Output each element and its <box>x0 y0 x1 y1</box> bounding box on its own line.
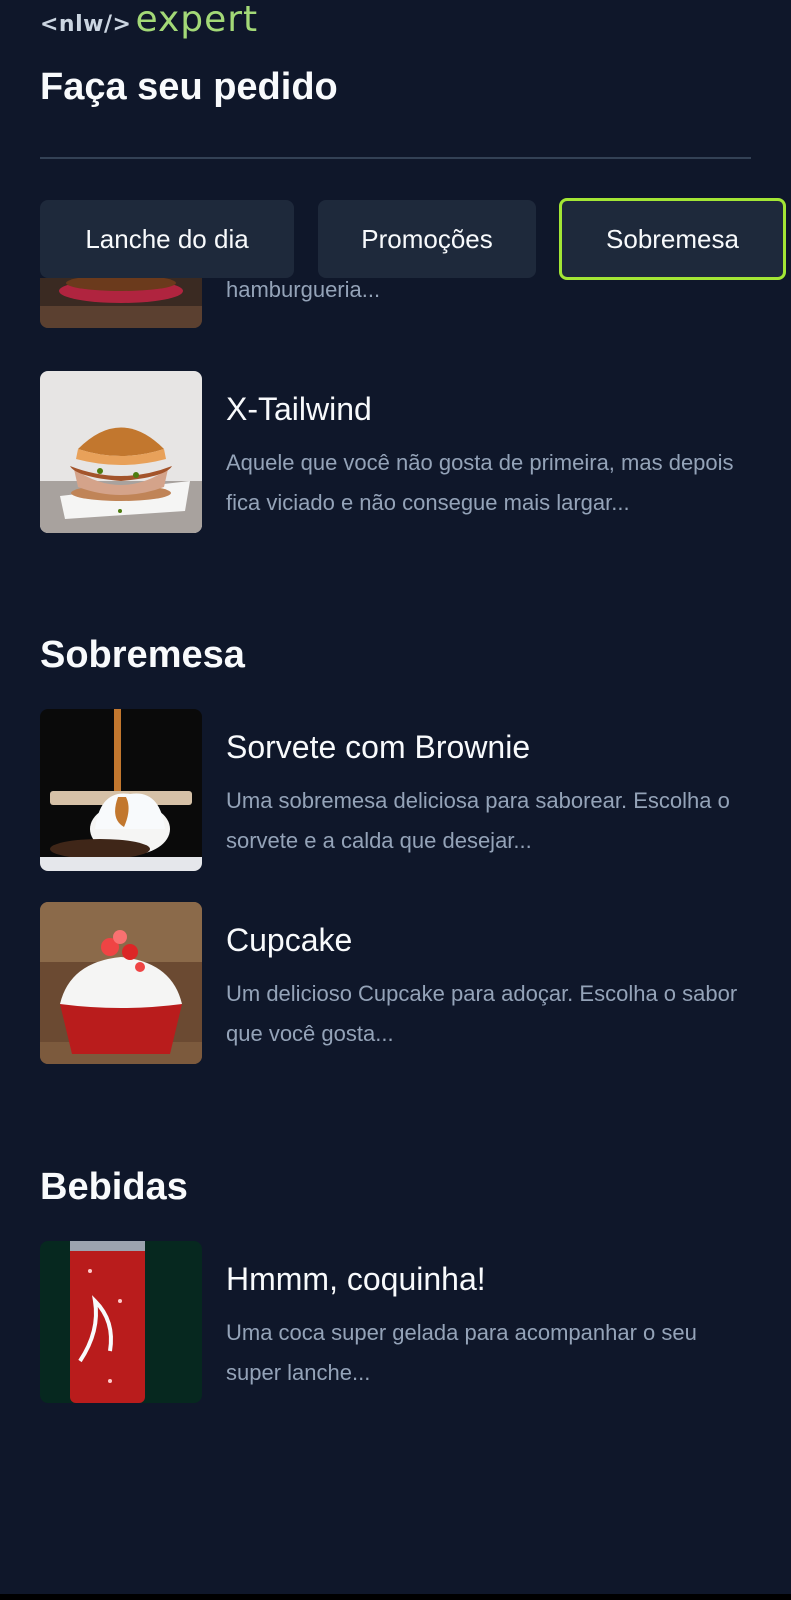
product-item-partial[interactable]: cardápio devido aos clientes mais antigo… <box>40 278 751 328</box>
product-item[interactable]: Cupcake Um delicioso Cupcake para adoçar… <box>40 902 751 1064</box>
logo-wordmark: expert <box>135 0 259 40</box>
logo-code-mark: <nlw/> <box>40 12 132 37</box>
header-divider <box>40 157 751 159</box>
product-item[interactable]: X-Tailwind Aquele que você não gosta de … <box>40 371 751 533</box>
product-item[interactable]: Hmmm, coquinha! Uma coca super gelada pa… <box>40 1241 751 1403</box>
product-image-coke <box>40 1241 202 1403</box>
product-image-cupcake <box>40 902 202 1064</box>
product-image-burger <box>40 371 202 533</box>
logo: <nlw/> expert <box>40 0 258 40</box>
product-title: X-Tailwind <box>226 391 372 427</box>
app-page: <nlw/> expert Faça seu pedido Lanche do … <box>0 0 791 1600</box>
product-description: Uma sobremesa deliciosa para saborear. E… <box>226 788 730 853</box>
product-image-burger <box>40 278 202 328</box>
product-description: Uma coca super gelada para acompanhar o … <box>226 1320 697 1385</box>
product-title: Hmmm, coquinha! <box>226 1261 486 1297</box>
section-title-bebidas: Bebidas <box>40 1166 188 1208</box>
product-title: Cupcake <box>226 922 353 958</box>
section-title-sobremesa: Sobremesa <box>40 634 245 676</box>
system-bottom-bar <box>0 1594 791 1600</box>
tab-promocoes[interactable]: Promoções <box>318 200 536 278</box>
tab-sobremesa[interactable]: Sobremesa <box>559 198 786 280</box>
product-description: cardápio devido aos clientes mais antigo… <box>226 278 381 302</box>
product-description: Um delicioso Cupcake para adoçar. Escolh… <box>226 981 738 1046</box>
product-image-dessert <box>40 709 202 871</box>
tab-lanche-do-dia[interactable]: Lanche do dia <box>40 200 294 278</box>
product-title: Sorvete com Brownie <box>226 729 531 765</box>
menu-list[interactable]: cardápio devido aos clientes mais antigo… <box>0 278 791 1600</box>
page-title: Faça seu pedido <box>40 66 338 108</box>
product-item[interactable]: Sorvete com Brownie Uma sobremesa delici… <box>40 709 751 871</box>
product-description: Aquele que você não gosta de primeira, m… <box>226 450 734 515</box>
category-tabs: Lanche do dia Promoções Sobremesa <box>0 198 791 280</box>
